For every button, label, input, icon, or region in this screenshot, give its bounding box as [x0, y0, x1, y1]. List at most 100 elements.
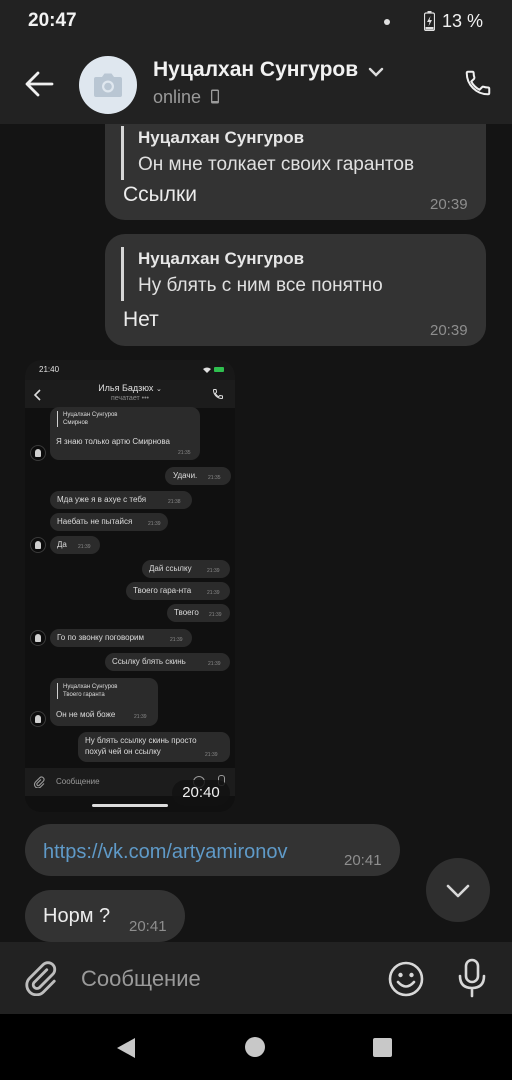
message-time: 20:41	[129, 918, 167, 935]
screenshot-quote-text: Смирнов	[63, 420, 88, 426]
message-bubble[interactable]: Норм ? 20:41	[25, 890, 185, 942]
screenshot-bubble-time: 21:39	[207, 568, 220, 574]
message-text: Ссылки	[123, 183, 197, 206]
quote-text: Ну блять с ним все понятно	[138, 275, 383, 296]
message-bubble[interactable]: https://vk.com/artyamironov 20:41	[25, 824, 400, 876]
camera-icon	[94, 73, 122, 97]
system-nav-bar	[0, 1014, 512, 1080]
quote-text: Он мне толкает своих гарантов	[138, 154, 415, 175]
screenshot-bubble-text: Мда уже я в ахуе с тебя	[57, 495, 147, 504]
screenshot-chevron-icon: ⌄	[155, 386, 162, 393]
screenshot-bubble-time: 21:39	[78, 544, 91, 550]
message-link[interactable]: https://vk.com/artyamironov	[43, 841, 288, 864]
status-time: 20:47	[28, 10, 77, 31]
quote-author: Нуцалхан Сунгуров	[138, 249, 305, 268]
message-feed[interactable]: Нуцалхан Сунгуров Он мне толкает своих г…	[0, 124, 512, 942]
screenshot-contact-name-text: Илья Бадзюх	[98, 383, 154, 393]
screenshot-bubble-text: Он не мой боже	[56, 710, 116, 719]
screenshot-contact-name: Илья Бадзюх ⌄	[25, 383, 235, 393]
screenshot-bubble-time: 21:39	[134, 714, 147, 720]
screenshot-bubble-time: 21:39	[209, 612, 222, 618]
screenshot-contact-status: печатает •••	[25, 395, 235, 402]
screenshot-bubble: Твоего гара-нта 21:39	[126, 582, 230, 600]
notification-dot-icon	[384, 19, 390, 25]
quote-author: Нуцалхан Сунгуров	[138, 128, 305, 147]
screenshot-avatar	[30, 445, 46, 461]
screenshot-bubble: Дай ссылку 21:39	[142, 560, 230, 578]
screenshot-bubble-text: Удачи.	[173, 471, 198, 480]
screenshot-bubble: Удачи. 21:35	[165, 467, 231, 485]
message-input[interactable]: Сообщение	[81, 966, 201, 992]
back-arrow-icon[interactable]	[24, 70, 54, 98]
screenshot-bubble: Го по звонку поговорим 21:39	[50, 629, 192, 647]
screenshot-bubble-text: Дай ссылку	[149, 564, 192, 573]
scroll-down-button[interactable]	[426, 858, 490, 922]
screenshot-bubble-time: 21:39	[207, 590, 220, 596]
screenshot-bubble: Наебать не пытайся 21:39	[50, 513, 168, 531]
screenshot-status-time: 21:40	[39, 365, 60, 374]
chat-header: Нуцалхан Сунгуров online	[0, 44, 512, 124]
screenshot-bubble: Мда уже я в ахуе с тебя 21:38	[50, 491, 192, 509]
screenshot-avatar	[30, 711, 46, 727]
nav-home-icon[interactable]	[245, 1037, 265, 1057]
message-bubble[interactable]: Нуцалхан Сунгуров Он мне толкает своих г…	[105, 124, 486, 220]
screenshot-phone-icon	[212, 389, 223, 400]
screenshot-quote-author: Нуцалхан Сунгуров	[63, 684, 118, 690]
screenshot-bubble-time: 21:38	[168, 499, 181, 505]
chevron-down-icon[interactable]	[368, 66, 384, 78]
battery-charging-icon	[424, 11, 435, 31]
screenshot-bubble-time: 21:39	[148, 521, 161, 527]
microphone-icon[interactable]	[454, 958, 490, 998]
screenshot-bubble-text: Твоего	[174, 608, 199, 617]
emoji-icon[interactable]	[387, 960, 425, 998]
message-input-bar: Сообщение	[0, 942, 512, 1014]
nav-back-icon[interactable]	[114, 1036, 136, 1060]
screenshot-input-placeholder: Сообщение	[56, 777, 100, 786]
screenshot-bubble-text: Наебать не пытайся	[57, 517, 133, 526]
chevron-down-icon	[446, 884, 470, 898]
screenshot-bubble-text: Го по звонку поговорим	[57, 633, 144, 642]
phone-icon[interactable]	[463, 68, 493, 98]
paperclip-icon[interactable]	[22, 960, 58, 996]
screenshot-bubble: Ну блять ссылку скинь просто похуй чей о…	[78, 732, 230, 762]
quoted-message[interactable]: Нуцалхан Сунгуров Ну блять с ним все пон…	[121, 247, 383, 301]
message-time: 20:39	[430, 196, 468, 213]
status-bar: 20:47 13 %	[0, 0, 512, 44]
screenshot-avatar	[30, 630, 46, 646]
mobile-icon	[211, 89, 220, 104]
screenshot-paperclip-icon	[33, 776, 45, 788]
screenshot-bubble-time: 21:39	[205, 752, 218, 758]
image-time-badge: 20:40	[172, 780, 230, 806]
screenshot-bubble-text: Твоего гара-нта	[133, 586, 192, 595]
nav-recents-icon[interactable]	[373, 1038, 392, 1057]
typing-dots-icon: •••	[141, 395, 150, 402]
message-text: Норм ?	[43, 905, 111, 927]
screenshot-bubble-text: Ну блять ссылку скинь просто	[85, 736, 197, 745]
screenshot-quote-text: Твоего гаранта	[63, 692, 105, 698]
screenshot-bubble: Ссылку блять скинь 21:39	[105, 653, 230, 671]
screenshot-status-bar: 21:40	[25, 360, 235, 380]
screenshot-bubble: Твоего 21:39	[167, 604, 230, 622]
message-time: 20:39	[430, 322, 468, 339]
screenshot-bubble-text: Ссылку блять скинь	[112, 657, 186, 666]
contact-name[interactable]: Нуцалхан Сунгуров	[153, 58, 358, 82]
screenshot-image[interactable]: 21:40 Илья Бадзюх ⌄ печатает ••• Нуцалха…	[25, 360, 235, 812]
screenshot-avatar	[30, 537, 46, 553]
message-text: Нет	[123, 308, 159, 331]
quoted-message[interactable]: Нуцалхан Сунгуров Он мне толкает своих г…	[121, 126, 414, 180]
screenshot-bubble-text: похуй чей он ссылку	[85, 747, 161, 756]
screenshot-contact-status-text: печатает	[110, 395, 140, 402]
screenshot-battery-icon	[214, 367, 224, 372]
screenshot-bubble-time: 21:39	[170, 637, 183, 643]
message-bubble[interactable]: Нуцалхан Сунгуров Ну блять с ним все пон…	[105, 234, 486, 346]
contact-status: online	[153, 87, 220, 108]
message-time: 20:41	[344, 852, 382, 869]
screenshot-home-indicator	[92, 804, 168, 807]
screenshot-bubble: Нуцалхан Сунгуров Твоего гаранта Он не м…	[50, 678, 158, 726]
screenshot-bubble-time: 21:35	[178, 450, 191, 456]
screenshot-bubble-text: Я знаю только артю Смирнова	[56, 437, 170, 446]
screenshot-quote: Нуцалхан Сунгуров Смирнов	[57, 411, 118, 427]
screenshot-quote-author: Нуцалхан Сунгуров	[63, 412, 118, 418]
screenshot-quote: Нуцалхан Сунгуров Твоего гаранта	[57, 683, 118, 699]
avatar[interactable]	[79, 56, 137, 114]
